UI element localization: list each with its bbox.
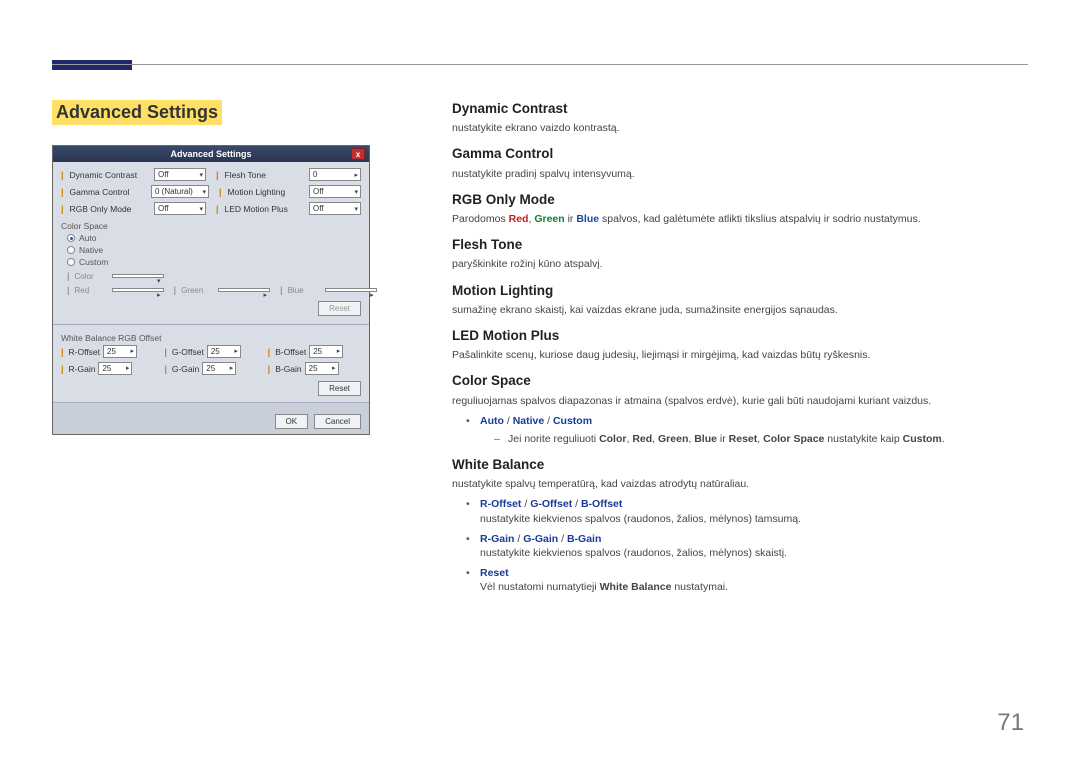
bullet-icon: | <box>67 271 70 281</box>
flesh-tone-select[interactable]: 0▸ <box>309 168 361 181</box>
rgb-only-mode-label: RGB Only Mode <box>70 204 132 214</box>
rgb-only-mode-heading: RGB Only Mode <box>452 191 1028 209</box>
white-balance-group-label: White Balance RGB Offset <box>61 333 361 343</box>
gamma-control-heading: Gamma Control <box>452 145 1028 163</box>
white-balance-heading: White Balance <box>452 456 1028 474</box>
color-space-custom-radio[interactable]: Custom <box>67 257 361 267</box>
b-offset-label: B-Offset <box>275 347 306 357</box>
bullet-icon: | <box>174 285 177 295</box>
r-gain-label: R-Gain <box>69 364 96 374</box>
b-gain-select[interactable]: 25▸ <box>305 362 339 375</box>
bullet-icon: | <box>61 187 64 197</box>
flesh-tone-heading: Flesh Tone <box>452 236 1028 254</box>
chevron-down-icon: ▸ <box>354 171 358 179</box>
dynamic-contrast-select[interactable]: Off▾ <box>154 168 206 181</box>
led-motion-plus-heading: LED Motion Plus <box>452 327 1028 345</box>
page-number: 71 <box>997 709 1024 737</box>
cancel-button[interactable]: Cancel <box>314 414 361 429</box>
gamma-control-select[interactable]: 0 (Natural)▾ <box>151 185 209 198</box>
chevron-down-icon: ▾ <box>202 188 206 196</box>
white-balance-desc: nustatykite spalvų temperatūrą, kad vaiz… <box>452 477 1028 491</box>
green-select: ▸ <box>218 288 270 292</box>
color-space-custom-note: Jei norite reguliuoti Color, Red, Green,… <box>494 432 1028 446</box>
dialog-body: |Dynamic Contrast Off▾ |Flesh Tone 0▸ |G… <box>53 162 369 402</box>
color-space-native-radio[interactable]: Native <box>67 245 361 255</box>
blue-select: ▸ <box>325 288 377 292</box>
chevron-down-icon: ▾ <box>199 205 203 213</box>
white-balance-gain: R-Gain / G-Gain / B-Gain nustatykite kie… <box>466 532 1028 560</box>
bullet-icon: | <box>61 347 64 357</box>
color-space-options: Auto / Native / Custom Jei norite reguli… <box>466 414 1028 446</box>
g-gain-select[interactable]: 25▸ <box>202 362 236 375</box>
dynamic-contrast-heading: Dynamic Contrast <box>452 100 1028 118</box>
section-title: Advanced Settings <box>52 100 222 125</box>
color-label: Color <box>75 272 109 281</box>
dialog-title-bar: Advanced Settings x <box>53 146 369 162</box>
advanced-settings-dialog: Advanced Settings x | Dynamic Contrast Of… <box>52 145 370 435</box>
green-label: Green <box>181 286 215 295</box>
color-space-desc: reguliuojamas spalvos diapazonas ir atma… <box>452 394 1028 408</box>
r-gain-select[interactable]: 25▸ <box>98 362 132 375</box>
red-label: Red <box>75 286 109 295</box>
bullet-icon: | <box>61 170 64 180</box>
dynamic-contrast-label: Dynamic Contrast <box>70 170 138 180</box>
bullet-icon: | <box>268 347 271 357</box>
led-motion-plus-label: LED Motion Plus <box>225 204 288 214</box>
g-gain-label: G-Gain <box>172 364 199 374</box>
white-balance-reset-button[interactable]: Reset <box>318 381 361 396</box>
bullet-icon: | <box>61 364 64 374</box>
dialog-footer: OK Cancel <box>53 402 369 434</box>
header-rule <box>52 64 1028 65</box>
ok-button[interactable]: OK <box>275 414 309 429</box>
led-motion-plus-select[interactable]: Off▾ <box>309 202 361 215</box>
r-offset-label: R-Offset <box>69 347 101 357</box>
color-space-reset-button: Reset <box>318 301 361 316</box>
color-select: ▾ <box>112 274 164 278</box>
motion-lighting-heading: Motion Lighting <box>452 282 1028 300</box>
page-content: Advanced Settings Advanced Settings x | D… <box>52 100 1028 723</box>
b-gain-label: B-Gain <box>275 364 301 374</box>
bullet-icon: | <box>280 285 283 295</box>
left-column: Advanced Settings Advanced Settings x | D… <box>52 100 422 723</box>
gamma-control-label: Gamma Control <box>70 187 130 197</box>
bullet-icon: | <box>216 204 219 214</box>
g-offset-select[interactable]: 25▸ <box>207 345 241 358</box>
rgb-only-mode-select[interactable]: Off▾ <box>154 202 206 215</box>
bullet-icon: | <box>61 204 64 214</box>
motion-lighting-label: Motion Lighting <box>228 187 286 197</box>
close-button[interactable]: x <box>351 148 365 160</box>
color-space-group-label: Color Space <box>61 221 361 231</box>
color-space-auto-radio[interactable]: Auto <box>67 233 361 243</box>
gamma-control-desc: nustatykite pradinį spalvų intensyvumą. <box>452 167 1028 181</box>
right-column: Dynamic Contrast nustatykite ekrano vaiz… <box>422 100 1028 723</box>
chevron-down-icon: ▾ <box>199 171 203 179</box>
flesh-tone-label: Flesh Tone <box>225 170 266 180</box>
bullet-icon: | <box>268 364 271 374</box>
chevron-down-icon: ▾ <box>354 188 358 196</box>
bullet-icon: | <box>164 364 167 374</box>
dynamic-contrast-desc: nustatykite ekrano vaizdo kontrastą. <box>452 121 1028 135</box>
motion-lighting-select[interactable]: Off▾ <box>309 185 361 198</box>
bullet-icon: | <box>216 170 219 180</box>
blue-label: Blue <box>288 286 322 295</box>
led-motion-plus-desc: Pašalinkite scenų, kuriose daug judesių,… <box>452 348 1028 362</box>
white-balance-offset: R-Offset / G-Offset / B-Offset nustatyki… <box>466 497 1028 525</box>
flesh-tone-desc: paryškinkite rožinį kūno atspalvį. <box>452 257 1028 271</box>
dialog-title: Advanced Settings <box>170 149 251 159</box>
white-balance-reset: Reset Vėl nustatomi numatytieji White Ba… <box>466 566 1028 594</box>
color-space-heading: Color Space <box>452 372 1028 390</box>
bullet-icon: | <box>164 347 167 357</box>
bullet-icon: | <box>219 187 222 197</box>
divider <box>53 324 369 325</box>
b-offset-select[interactable]: 25▸ <box>309 345 343 358</box>
header-bar <box>52 60 132 70</box>
rgb-only-mode-desc: Parodomos Red, Green ir Blue spalvos, ka… <box>452 212 1028 226</box>
g-offset-label: G-Offset <box>172 347 204 357</box>
red-select: ▸ <box>112 288 164 292</box>
bullet-icon: | <box>67 285 70 295</box>
chevron-down-icon: ▾ <box>354 205 358 213</box>
motion-lighting-desc: sumažinę ekrano skaistį, kai vaizdas ekr… <box>452 303 1028 317</box>
r-offset-select[interactable]: 25▸ <box>103 345 137 358</box>
